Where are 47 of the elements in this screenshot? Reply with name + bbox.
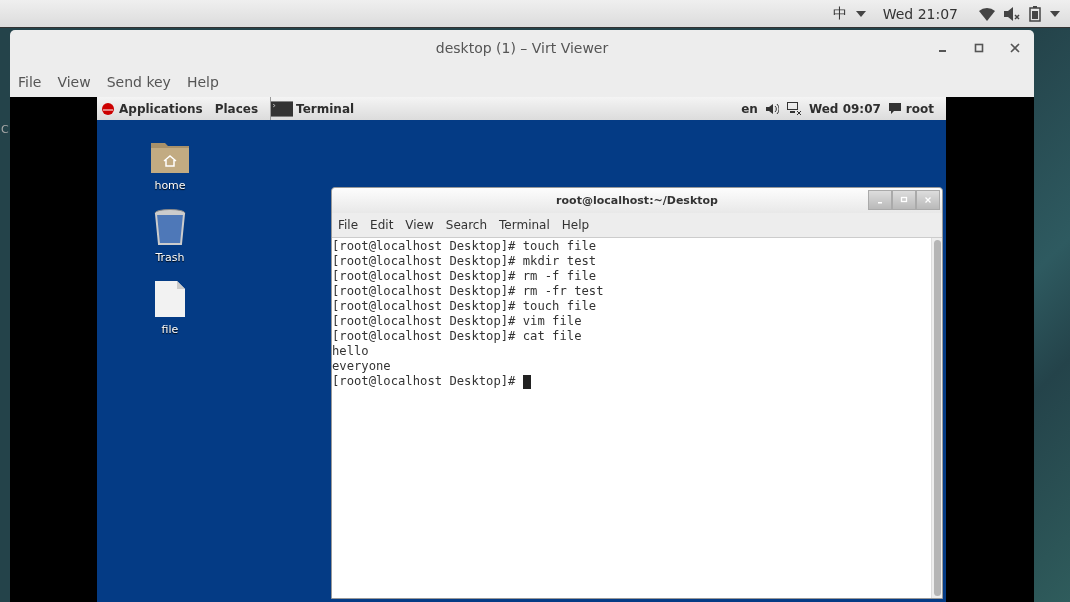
terminal-line: [root@localhost Desktop]# cat file (332, 329, 582, 344)
clock[interactable]: Wed 21:07 (882, 5, 958, 22)
chat-icon (888, 103, 901, 114)
menu-item[interactable]: View (57, 73, 91, 90)
menu-item[interactable]: Send key (106, 73, 171, 90)
file-icon[interactable] (155, 281, 185, 317)
volume-icon[interactable] (765, 102, 779, 115)
terminal-line: [root@localhost Desktop]# mkdir test (332, 254, 597, 269)
menu-item[interactable]: Help (561, 218, 590, 232)
menu-item[interactable]: Terminal (499, 218, 550, 232)
menu-item[interactable]: File (18, 73, 42, 90)
menu-item[interactable]: Edit (370, 218, 394, 232)
icon-label[interactable]: home (154, 179, 186, 192)
caret-icon[interactable] (1050, 10, 1060, 17)
close-icon[interactable] (1010, 43, 1020, 53)
terminal-line: [root@localhost Desktop]# (332, 374, 517, 389)
clock[interactable]: Wed 09:07 (808, 101, 881, 116)
caret-icon[interactable] (855, 10, 866, 17)
wifi-icon[interactable] (979, 6, 995, 21)
volume-muted-icon[interactable] (1004, 6, 1020, 21)
user-menu[interactable]: root (888, 101, 934, 116)
terminal-line: hello (332, 344, 369, 359)
maximize-icon[interactable] (974, 43, 984, 53)
window-title: desktop (1) – Virt Viewer (435, 40, 609, 56)
trash-icon[interactable] (154, 209, 186, 245)
terminal-line: everyone (332, 359, 391, 374)
terminal-line: [root@localhost Desktop]# vim file (332, 314, 582, 329)
network-icon[interactable] (786, 102, 801, 115)
input-method-indicator[interactable]: 中 (832, 4, 847, 23)
window-title: root@localhost:~/Desktop (556, 194, 718, 207)
applications-menu[interactable]: Applications (102, 101, 203, 116)
terminal-line: [root@localhost Desktop]# touch file (332, 239, 597, 254)
desktop-text: C (1, 123, 10, 136)
maximize-icon (900, 196, 908, 204)
language-indicator[interactable]: en (741, 101, 758, 116)
terminal-line: [root@localhost Desktop]# rm -fr test (332, 284, 604, 299)
menu-item[interactable]: View (405, 218, 434, 232)
menu-item[interactable]: Search (445, 218, 488, 232)
battery-icon[interactable] (1029, 5, 1041, 22)
menu-item[interactable]: Help (186, 73, 219, 90)
places-menu[interactable]: Places (214, 101, 259, 116)
close-icon (924, 196, 932, 204)
icon-label[interactable]: Trash (155, 251, 185, 264)
icon-label[interactable]: file (161, 323, 179, 336)
terminal-line: [root@localhost Desktop]# rm -f file (332, 269, 597, 284)
menu-item[interactable]: File (338, 218, 359, 232)
terminal-line: [root@localhost Desktop]# touch file (332, 299, 597, 314)
